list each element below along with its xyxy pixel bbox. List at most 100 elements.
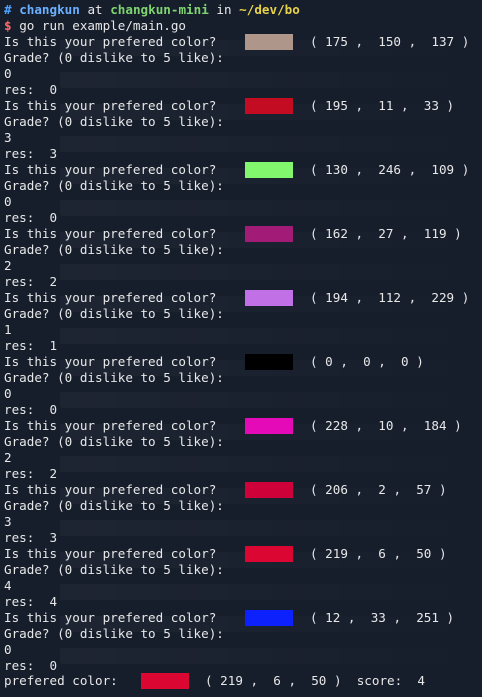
color-swatch [245, 162, 293, 178]
rgb-b: 109 [431, 162, 455, 177]
rgb-r: 12 [325, 610, 341, 625]
grade-input: 2 [4, 450, 12, 465]
rgb-values: ( 219 , 6 , 50 ) [310, 546, 447, 561]
grade-prompt: Grade? (0 dislike to 5 like): [4, 242, 224, 257]
res-label: res: [4, 146, 35, 161]
rgb-g: 11 [378, 98, 394, 113]
prompt-host: changkun-mini [110, 2, 209, 17]
rgb-values: ( 228 , 10 , 184 ) [310, 418, 462, 433]
res-value: 3 [49, 146, 58, 161]
rgb-r: 162 [325, 226, 348, 241]
rgb-g: 33 [370, 610, 386, 625]
rgb-r: 175 [325, 34, 348, 49]
question-line: Is this your prefered color? [4, 290, 217, 305]
rgb-values: ( 175 , 150 , 137 ) [310, 34, 470, 49]
res-value: 2 [49, 274, 58, 289]
prompt-user: changkun [19, 2, 80, 17]
question-line: Is this your prefered color? [4, 354, 217, 369]
final-r: 219 [220, 673, 243, 688]
rgb-g: 112 [378, 290, 402, 305]
prompt-line: # changkun at changkun-mini in ~/dev/bo [4, 2, 300, 18]
grade-prompt: Grade? (0 dislike to 5 like): [4, 50, 224, 65]
result-line: res: 0 [4, 210, 57, 226]
rgb-b: 0 [401, 354, 409, 369]
grade-input: 3 [4, 514, 12, 529]
rgb-g: 10 [378, 418, 394, 433]
question-line: Is this your prefered color? [4, 98, 217, 113]
grade-prompt: Grade? (0 dislike to 5 like): [4, 434, 224, 449]
res-label: res: [4, 402, 35, 417]
result-line: res: 0 [4, 402, 57, 418]
res-value: 4 [49, 594, 58, 609]
final-g: 6 [273, 673, 281, 688]
rgb-values: ( 194 , 112 , 229 ) [310, 290, 470, 305]
res-label: res: [4, 338, 35, 353]
grade-input: 4 [4, 578, 12, 593]
question-line: Is this your prefered color? [4, 546, 217, 561]
result-line: res: 2 [4, 274, 57, 290]
grade-prompt: Grade? (0 dislike to 5 like): [4, 626, 224, 641]
grade-prompt: Grade? (0 dislike to 5 like): [4, 114, 224, 129]
grade-input: 3 [4, 130, 12, 145]
res-value: 0 [49, 82, 58, 97]
rgb-b: 119 [423, 226, 447, 241]
question-line: Is this your prefered color? [4, 162, 217, 177]
color-swatch [245, 546, 293, 562]
question-line: Is this your prefered color? [4, 610, 217, 625]
rgb-b: 137 [431, 34, 455, 49]
res-label: res: [4, 210, 35, 225]
result-line: res: 3 [4, 530, 57, 546]
res-label: res: [4, 658, 35, 673]
final-color-swatch [141, 673, 189, 689]
grade-prompt: Grade? (0 dislike to 5 like): [4, 562, 224, 577]
rgb-g: 246 [378, 162, 402, 177]
res-label: res: [4, 466, 35, 481]
res-value: 3 [49, 530, 58, 545]
res-value: 2 [49, 466, 58, 481]
grade-prompt: Grade? (0 dislike to 5 like): [4, 370, 224, 385]
res-label: res: [4, 530, 35, 545]
result-line: res: 0 [4, 82, 57, 98]
rgb-b: 229 [431, 290, 455, 305]
result-line: res: 2 [4, 466, 57, 482]
grade-input: 0 [4, 194, 12, 209]
color-swatch [245, 290, 293, 306]
grade-prompt: Grade? (0 dislike to 5 like): [4, 498, 224, 513]
color-swatch [245, 610, 293, 626]
final-score: 4 [417, 673, 425, 688]
color-swatch [245, 226, 293, 242]
result-line: res: 3 [4, 146, 57, 162]
grade-input: 2 [4, 258, 12, 273]
color-swatch [245, 418, 293, 434]
rgb-r: 0 [325, 354, 333, 369]
question-line: Is this your prefered color? [4, 226, 217, 241]
prompt-hash: # [4, 2, 12, 17]
result-line: res: 1 [4, 338, 57, 354]
rgb-r: 206 [325, 482, 348, 497]
grade-input: 0 [4, 386, 12, 401]
prompt-at: at [87, 2, 103, 17]
rgb-b: 33 [423, 98, 439, 113]
rgb-r: 194 [325, 290, 348, 305]
rgb-g: 2 [378, 482, 386, 497]
grade-prompt: Grade? (0 dislike to 5 like): [4, 178, 224, 193]
rgb-values: ( 206 , 2 , 57 ) [310, 482, 447, 497]
rgb-values: ( 162 , 27 , 119 ) [310, 226, 462, 241]
question-line: Is this your prefered color? [4, 482, 217, 497]
color-swatch [245, 354, 293, 370]
rgb-values: ( 0 , 0 , 0 ) [310, 354, 424, 369]
final-b: 50 [311, 673, 327, 688]
color-swatch [245, 98, 293, 114]
grade-input: 0 [4, 642, 12, 657]
rgb-values: ( 195 , 11 , 33 ) [310, 98, 455, 113]
rgb-r: 130 [325, 162, 348, 177]
rgb-g: 6 [378, 546, 386, 561]
prompt-in: in [216, 2, 232, 17]
res-value: 0 [49, 402, 58, 417]
rgb-values: ( 12 , 33 , 251 ) [310, 610, 455, 625]
terminal-window[interactable]: # changkun at changkun-mini in ~/dev/bo … [0, 0, 482, 697]
final-score-label: score: [356, 673, 403, 688]
prompt-path: ~/dev/bo [239, 2, 300, 17]
grade-input: 0 [4, 66, 12, 81]
color-swatch [245, 482, 293, 498]
